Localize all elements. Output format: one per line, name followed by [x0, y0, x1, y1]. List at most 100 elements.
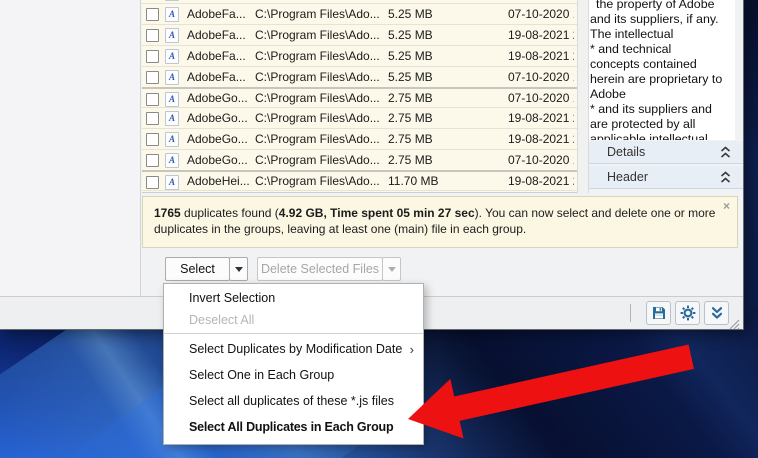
- save-icon: [652, 307, 665, 319]
- file-name: AdobeGo...: [187, 91, 248, 105]
- status-text-segment: duplicates found (: [180, 206, 279, 220]
- file-date: 07-10-2020 11...: [508, 153, 574, 167]
- table-row[interactable]: A AdobeHei... C:\Program Files\Ado... 11.70…: [142, 170, 577, 191]
- table-row[interactable]: A AdobeFa... C:\Program Files\Ado... 5.25 M…: [142, 4, 577, 25]
- close-icon[interactable]: ×: [723, 198, 730, 214]
- menu-item-label: Select One in Each Group: [189, 368, 335, 382]
- row-checkbox[interactable]: [146, 29, 159, 42]
- delete-dropdown-arrow[interactable]: [382, 257, 401, 281]
- preview-text-line: Adobe: [590, 87, 626, 101]
- settings-button[interactable]: [675, 301, 700, 325]
- menu-item-invert-selection[interactable]: Invert Selection: [164, 287, 423, 309]
- gear-icon: [680, 305, 695, 321]
- status-text-segment: 4.92 GB, Time spent 05 min 27 sec: [278, 206, 475, 220]
- menu-item-label: Deselect All: [189, 313, 255, 327]
- file-size: 5.25 MB: [388, 7, 433, 21]
- file-path: C:\Program Files\Ado...: [255, 28, 380, 42]
- font-file-icon: A: [165, 92, 179, 107]
- table-row[interactable]: A AdobeGo... C:\Program Files\Ado... 2.75 M…: [142, 87, 577, 108]
- file-path: C:\Program Files\Ado...: [255, 111, 380, 125]
- status-text-segment: ). You can now select and delete one or …: [474, 206, 716, 220]
- file-name: AdobeFa...: [187, 28, 246, 42]
- file-name: AdobeHei...: [187, 174, 250, 188]
- menu-item-select-all-duplicates-in-each-group[interactable]: Select All Duplicates in Each Group: [164, 414, 423, 440]
- row-checkbox[interactable]: [146, 112, 159, 125]
- save-button[interactable]: [646, 301, 671, 325]
- file-size: 2.75 MB: [388, 132, 433, 146]
- file-path: C:\Program Files\Ado...: [255, 132, 380, 146]
- preview-text-line: the property of Adobe: [596, 0, 715, 11]
- row-checkbox[interactable]: [146, 176, 159, 189]
- font-file-icon: A: [165, 175, 179, 190]
- menu-item-label: Invert Selection: [189, 291, 276, 305]
- file-date: 07-10-2020 11...: [508, 91, 574, 105]
- file-size: 5.25 MB: [388, 49, 433, 63]
- file-path: C:\Program Files\Ado...: [255, 91, 380, 105]
- preview-text-line: and its suppliers, if any.: [590, 12, 719, 26]
- file-name: AdobeGo...: [187, 111, 248, 125]
- toolbar-separator: [630, 304, 631, 322]
- preview-text-line: concepts contained: [590, 57, 697, 71]
- details-section-label: Details: [607, 145, 646, 159]
- menu-item-deselect-all[interactable]: Deselect All: [164, 309, 423, 331]
- header-section-label: Header: [607, 170, 648, 184]
- menu-item-label: Select all duplicates of these *.js file…: [189, 394, 394, 408]
- details-section-bar[interactable]: Details: [589, 141, 743, 164]
- font-file-icon: A: [165, 111, 179, 126]
- row-checkbox[interactable]: [146, 154, 159, 167]
- row-checkbox[interactable]: [146, 50, 159, 63]
- table-row[interactable]: A AdobeFa... C:\Program Files\Ado... 5.25 M…: [142, 25, 577, 46]
- row-checkbox[interactable]: [146, 8, 159, 21]
- font-file-icon: A: [165, 0, 179, 1]
- collapse-up-icon[interactable]: [720, 146, 731, 162]
- table-row[interactable]: A AdobeGo... C:\Program Files\Ado... 2.75 M…: [142, 129, 577, 150]
- row-checkbox[interactable]: [146, 133, 159, 146]
- table-row[interactable]: A AdobeFa... C:\Program Files\Ado... 5.25 M…: [142, 67, 577, 88]
- file-date: 07-10-2020 11...: [508, 70, 574, 84]
- file-size: 5.25 MB: [388, 28, 433, 42]
- preview-text-line: herein are proprietary to: [590, 72, 723, 86]
- table-row[interactable]: A AdobeFa... C:\Program Files\Ado... 5.25 M…: [142, 46, 577, 67]
- file-path: C:\Program Files\Ado...: [255, 49, 380, 63]
- file-date: 19-08-2021 23...: [508, 132, 574, 146]
- menu-item-select-duplicates-by-modification-date[interactable]: Select Duplicates by Modification Date ›: [164, 336, 423, 362]
- row-checkbox[interactable]: [146, 93, 159, 106]
- status-text-segment: 1765: [154, 206, 181, 220]
- table-row[interactable]: A AdobeGo... C:\Program Files\Ado... 2.75 M…: [142, 150, 577, 171]
- file-size: 5.25 MB: [388, 70, 433, 84]
- chevron-down-icon: [234, 266, 243, 272]
- file-size: 2.75 MB: [388, 91, 433, 105]
- app-window: A AdobeFa... C:\Program Files\Ado... 5.25 M…: [0, 0, 744, 330]
- menu-separator: [164, 333, 423, 334]
- collapse-up-icon[interactable]: [720, 171, 731, 187]
- row-checkbox[interactable]: [146, 71, 159, 84]
- file-size: 2.75 MB: [388, 153, 433, 167]
- resize-grip[interactable]: [729, 317, 740, 335]
- expand-button[interactable]: [704, 301, 729, 325]
- preview-text-line: The intellectual: [590, 27, 674, 41]
- file-name: AdobeGo...: [187, 132, 248, 146]
- preview-text-line: are protected by all: [590, 117, 696, 131]
- file-preview-text: the property of Adobe and its suppliers, …: [589, 0, 735, 140]
- menu-item-select-all-duplicates-of-these-js-files[interactable]: Select all duplicates of these *.js file…: [164, 388, 423, 414]
- file-size: 11.70 MB: [388, 174, 439, 188]
- status-message: 1765 duplicates found (4.92 GB, Time spe…: [142, 196, 738, 248]
- preview-text-line: * and its suppliers and: [590, 102, 712, 116]
- file-path: C:\Program Files\Ado...: [255, 7, 380, 21]
- expand-down-icon: [711, 307, 722, 319]
- header-section-bar[interactable]: Header: [589, 166, 743, 189]
- table-scrollbar[interactable]: [577, 0, 589, 193]
- file-table[interactable]: A AdobeFa... C:\Program Files\Ado... 5.25 M…: [142, 0, 577, 193]
- select-button[interactable]: Select: [165, 257, 230, 281]
- font-file-icon: A: [165, 7, 179, 22]
- file-date: 19-08-2021 23...: [508, 174, 574, 188]
- font-file-icon: A: [165, 28, 179, 43]
- file-path: C:\Program Files\Ado...: [255, 153, 380, 167]
- file-size: 2.75 MB: [388, 111, 433, 125]
- select-dropdown-arrow[interactable]: [229, 257, 248, 281]
- left-empty-panel: [0, 0, 141, 296]
- file-path: C:\Program Files\Ado...: [255, 70, 380, 84]
- table-row[interactable]: A AdobeGo... C:\Program Files\Ado... 2.75 M…: [142, 108, 577, 129]
- menu-item-select-one-in-each-group[interactable]: Select One in Each Group: [164, 362, 423, 388]
- delete-selected-files-button[interactable]: Delete Selected Files: [257, 257, 383, 281]
